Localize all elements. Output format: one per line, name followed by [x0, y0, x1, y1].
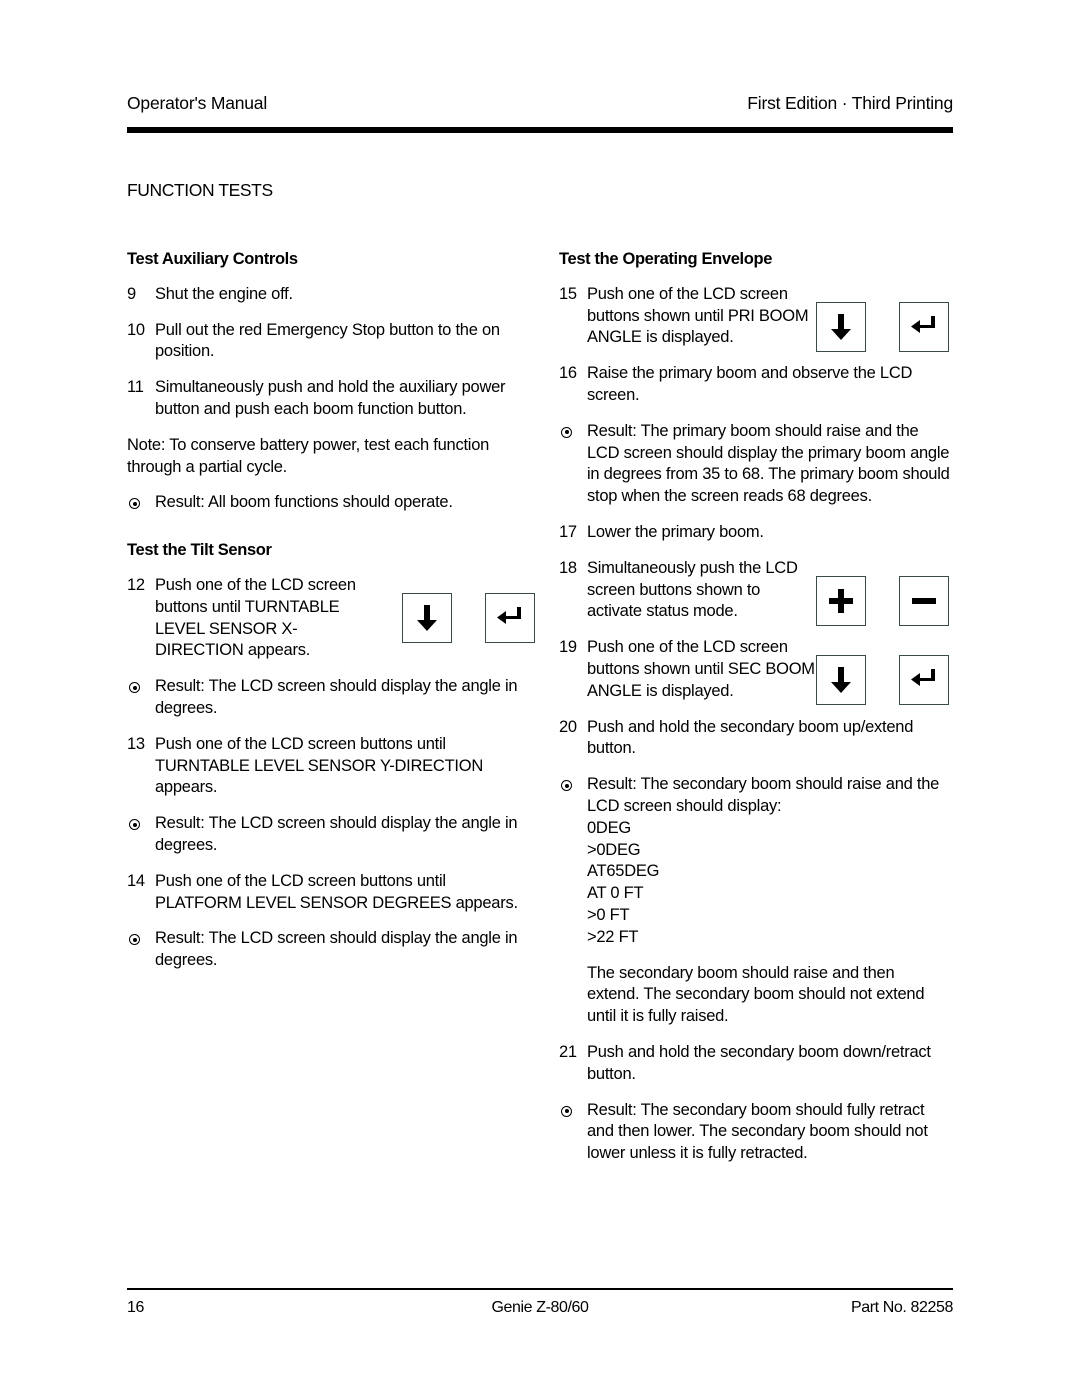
- heading-test-auxiliary-controls: Test Auxiliary Controls: [127, 250, 298, 268]
- step-text: Simultaneously push and hold the auxilia…: [155, 378, 506, 418]
- step-number: 20: [559, 717, 577, 736]
- result-bullet-icon: [561, 426, 572, 438]
- step-number: 9: [127, 284, 136, 303]
- icon-pair-secondary-boom-angle: [816, 655, 949, 706]
- lcd-readout-line: 0DEG: [587, 818, 631, 837]
- step-text: Raise the primary boom and observe the L…: [587, 364, 913, 404]
- lcd-enter-button[interactable]: [899, 655, 949, 706]
- lcd-down-button[interactable]: [402, 592, 452, 643]
- step-text: Push one of the LCD screen buttons shown…: [587, 638, 815, 700]
- lcd-minus-button[interactable]: [899, 575, 949, 626]
- step-11: 11 Simultaneously push and hold the auxi…: [127, 377, 519, 421]
- result-20-note: The secondary boom should raise and then…: [559, 963, 951, 1028]
- lcd-readout-line: >0DEG: [587, 840, 641, 859]
- step-text: Push one of the LCD screen buttons until…: [155, 871, 518, 912]
- step-number: 18: [559, 558, 577, 577]
- footer-divider: [127, 1288, 953, 1290]
- step-number: 14: [127, 871, 145, 890]
- footer-model: Genie Z-80/60: [491, 1299, 589, 1316]
- result-text: Result: The LCD screen should display th…: [155, 814, 518, 854]
- lcd-readout-line: AT65DEG: [587, 862, 660, 881]
- step-21: 21 Push and hold the secondary boom down…: [559, 1042, 951, 1086]
- result-bullet-icon: [561, 1105, 572, 1117]
- lcd-down-button[interactable]: [816, 655, 866, 706]
- step-number: 15: [559, 284, 577, 303]
- result-bullet-icon: [129, 819, 140, 831]
- section-title: FUNCTION TESTS: [127, 180, 273, 200]
- result-text: Result: The LCD screen should display th…: [155, 677, 518, 717]
- step-19: 19 Push one of the LCD screen buttons sh…: [559, 637, 951, 706]
- step-18: 18 Simultaneously push the LCD screen bu…: [559, 558, 951, 626]
- result-bullet-icon: [129, 682, 140, 694]
- icon-pair-tilt-sensor: [402, 592, 535, 643]
- result-16: Result: The primary boom should raise an…: [559, 421, 951, 508]
- step-number: 10: [127, 320, 145, 339]
- result-text: Result: The secondary boom should fully …: [587, 1100, 928, 1163]
- step-17: 17 Lower the primary boom.: [559, 522, 951, 544]
- step-number: 11: [127, 378, 144, 397]
- step-text: Shut the engine off.: [155, 284, 293, 303]
- note-battery-power: Note: To conserve battery power, test ea…: [127, 435, 519, 479]
- lcd-readout-line: >0 FT: [587, 905, 630, 924]
- step-text: Push one of the LCD screen buttons shown…: [587, 284, 809, 347]
- page-header: Operator's Manual First Edition · Third …: [127, 93, 953, 114]
- header-divider: [127, 127, 953, 133]
- result-text: Result: The secondary boom should raise …: [587, 775, 940, 815]
- step-number: 19: [559, 638, 577, 657]
- lcd-readout-line: AT 0 FT: [587, 884, 644, 903]
- step-text: Push and hold the secondary boom down/re…: [587, 1042, 931, 1083]
- result-bullet-icon: [129, 934, 140, 946]
- step-number: 17: [559, 522, 577, 541]
- result-auxiliary: Result: All boom functions should operat…: [127, 492, 519, 514]
- step-13: 13 Push one of the LCD screen buttons un…: [127, 734, 519, 799]
- step-number: 13: [127, 734, 145, 753]
- step-16: 16 Raise the primary boom and observe th…: [559, 363, 951, 407]
- icon-pair-status-mode: [816, 575, 949, 626]
- step-10: 10 Pull out the red Emergency Stop butto…: [127, 320, 519, 364]
- step-text: Push and hold the secondary boom up/exte…: [587, 717, 914, 758]
- lcd-readout-line: >22 FT: [587, 927, 639, 946]
- heading-test-tilt-sensor: Test the Tilt Sensor: [127, 541, 272, 560]
- step-15: 15 Push one of the LCD screen buttons sh…: [559, 284, 951, 352]
- step-20: 20 Push and hold the secondary boom up/e…: [559, 717, 951, 761]
- result-bullet-icon: [129, 498, 140, 510]
- right-column: Test the Operating Envelope 15 Push one …: [559, 250, 951, 1179]
- lcd-enter-button[interactable]: [485, 592, 535, 643]
- note-text: Note: To conserve battery power, test ea…: [127, 435, 490, 476]
- step-14: 14 Push one of the LCD screen buttons un…: [127, 871, 519, 915]
- header-manual-title: Operator's Manual: [127, 93, 268, 113]
- result-bullet-icon: [561, 780, 572, 792]
- step-text: Push one of the LCD screen buttons until…: [155, 734, 484, 797]
- note-text: The secondary boom should raise and then…: [587, 963, 925, 1026]
- left-column: Test Auxiliary Controls 9 Shut the engin…: [127, 250, 535, 986]
- result-13: Result: The LCD screen should display th…: [127, 813, 519, 857]
- icon-pair-primary-boom-angle: [816, 301, 949, 352]
- step-9: 9 Shut the engine off.: [127, 284, 519, 306]
- lcd-enter-button[interactable]: [899, 301, 949, 352]
- result-text: Result: The primary boom should raise an…: [587, 421, 950, 506]
- step-text: Simultaneously push the LCD screen butto…: [587, 558, 798, 621]
- lcd-plus-button[interactable]: [816, 575, 866, 626]
- manual-page: Operator's Manual First Edition · Third …: [0, 0, 1080, 1397]
- step-text: Lower the primary boom.: [587, 522, 764, 541]
- result-12: Result: The LCD screen should display th…: [127, 676, 519, 720]
- step-number: 12: [127, 575, 145, 594]
- result-21: Result: The secondary boom should fully …: [559, 1100, 951, 1165]
- step-12: 12 Push one of the LCD screen buttons un…: [127, 575, 535, 662]
- step-text: Push one of the LCD screen buttons until…: [155, 575, 356, 660]
- footer-part-number: Part No. 82258: [850, 1299, 953, 1316]
- step-number: 16: [559, 364, 577, 383]
- result-20: Result: The secondary boom should raise …: [559, 774, 951, 948]
- result-text: Result: The LCD screen should display th…: [155, 929, 518, 970]
- step-number: 21: [559, 1042, 577, 1061]
- lcd-down-button[interactable]: [816, 301, 866, 352]
- step-text: Pull out the red Emergency Stop button t…: [155, 320, 500, 361]
- result-14: Result: The LCD screen should display th…: [127, 928, 519, 972]
- result-text: Result: All boom functions should operat…: [155, 493, 453, 512]
- heading-test-operating-envelope: Test the Operating Envelope: [559, 250, 773, 268]
- header-edition: First Edition · Third Printing: [747, 93, 953, 113]
